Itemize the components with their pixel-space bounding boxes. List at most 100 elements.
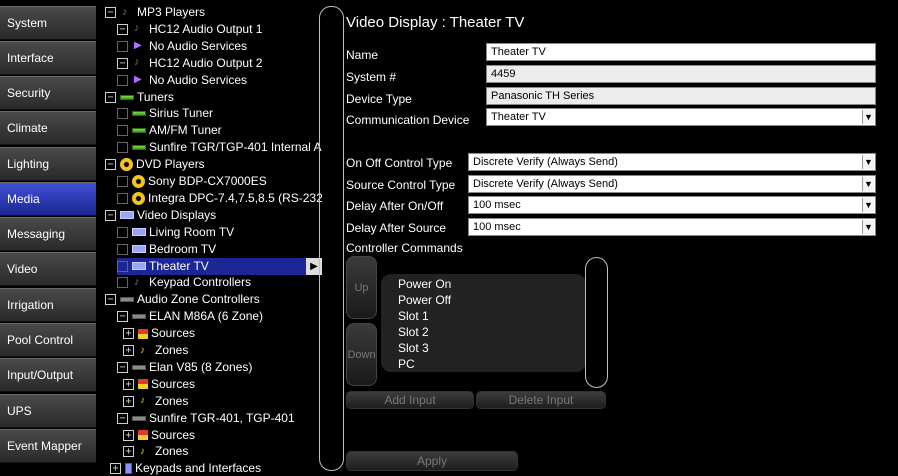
expand-icon[interactable]: + bbox=[123, 395, 134, 407]
tree-item[interactable]: − Tuners bbox=[105, 89, 174, 106]
tree-item[interactable]: − HC12 Audio Output 1 bbox=[117, 20, 262, 38]
collapse-icon[interactable]: − bbox=[105, 294, 116, 306]
tree-checkbox[interactable] bbox=[117, 260, 128, 272]
tree-item-label: Integra DPC-7.4,7.5,8.5 (RS-232) bbox=[148, 190, 322, 205]
move-up-button[interactable]: Up bbox=[346, 256, 377, 319]
tree-checkbox[interactable] bbox=[117, 108, 128, 120]
list-item[interactable]: Power Off bbox=[398, 292, 586, 308]
tree-checkbox[interactable] bbox=[117, 125, 128, 137]
list-item[interactable]: Slot 3 bbox=[398, 340, 586, 356]
tree-item-label: No Audio Services bbox=[149, 38, 248, 53]
commands-list[interactable]: Power On Power Off Slot 1 Slot 2 Slot 3 PC bbox=[381, 274, 586, 372]
tree-item[interactable]: − Video Displays bbox=[105, 207, 216, 224]
tree-item[interactable]: Living Room TV bbox=[117, 224, 234, 241]
nav-item-security[interactable]: Security bbox=[0, 76, 96, 110]
tree-item[interactable]: + Sources bbox=[123, 376, 195, 393]
on-off-control-type-select[interactable]: Discrete Verify (Always Send) bbox=[468, 153, 876, 171]
tree-item[interactable]: Theater TV ▶ bbox=[117, 257, 322, 275]
collapse-icon[interactable]: − bbox=[105, 91, 116, 103]
tree-item[interactable]: AM/FM Tuner bbox=[117, 122, 222, 139]
nav-item-media[interactable]: Media bbox=[0, 182, 96, 216]
tree-checkbox[interactable] bbox=[117, 226, 128, 238]
tree-item[interactable]: + Zones bbox=[123, 342, 188, 359]
expand-icon[interactable]: + bbox=[123, 345, 134, 356]
chevron-down-icon[interactable] bbox=[862, 177, 874, 191]
tree-item[interactable]: Integra DPC-7.4,7.5,8.5 (RS-232) bbox=[117, 190, 322, 207]
communication-device-select[interactable]: Theater TV bbox=[486, 108, 876, 126]
tree-item[interactable]: + Sources bbox=[123, 427, 195, 444]
tree-item[interactable]: + Zones bbox=[123, 443, 188, 460]
on-off-control-type-value: Discrete Verify (Always Send) bbox=[473, 156, 618, 168]
chevron-down-icon[interactable] bbox=[862, 220, 874, 234]
move-down-button[interactable]: Down bbox=[346, 323, 377, 386]
tree-item[interactable]: − HC12 Audio Output 2 bbox=[117, 54, 262, 72]
collapse-icon[interactable]: − bbox=[105, 159, 116, 171]
list-item[interactable]: Power On bbox=[398, 276, 586, 292]
collapse-icon[interactable]: − bbox=[117, 361, 128, 373]
commands-scrollbar[interactable] bbox=[585, 257, 608, 388]
collapse-icon[interactable]: − bbox=[105, 209, 116, 221]
tree-item[interactable]: Keypad Controllers bbox=[117, 274, 251, 291]
tree-item[interactable]: − ELAN M86A (6 Zone) bbox=[117, 308, 263, 325]
chevron-down-icon[interactable] bbox=[862, 198, 874, 212]
disc-icon bbox=[120, 158, 133, 172]
nav-item-irrigation[interactable]: Irrigation bbox=[0, 288, 96, 322]
tree-item[interactable]: Sony BDP-CX7000ES bbox=[117, 173, 267, 190]
tree-item[interactable]: − MP3 Players bbox=[105, 4, 205, 21]
apply-button[interactable]: Apply bbox=[346, 451, 518, 471]
tree-item-label: AM/FM Tuner bbox=[149, 123, 222, 138]
tree-checkbox[interactable] bbox=[117, 176, 128, 187]
list-item[interactable]: Slot 2 bbox=[398, 324, 586, 340]
name-field[interactable]: Theater TV bbox=[486, 43, 876, 61]
collapse-icon[interactable]: − bbox=[117, 23, 128, 35]
nav-item-interface[interactable]: Interface bbox=[0, 41, 96, 75]
list-item[interactable]: PC bbox=[398, 356, 586, 372]
tree-item[interactable]: No Audio Services bbox=[117, 71, 247, 89]
delay-after-source-select[interactable]: 100 msec bbox=[468, 218, 876, 236]
tree-checkbox[interactable] bbox=[117, 277, 128, 289]
tree-item[interactable]: No Audio Services bbox=[117, 37, 248, 55]
tree-item[interactable]: − Audio Zone Controllers bbox=[105, 291, 260, 308]
sources-icon bbox=[138, 328, 148, 339]
chevron-down-icon[interactable] bbox=[862, 110, 874, 124]
nav-item-video[interactable]: Video bbox=[0, 252, 96, 286]
nav-item-input-output[interactable]: Input/Output bbox=[0, 358, 96, 392]
tree-item[interactable]: Bedroom TV bbox=[117, 241, 216, 258]
nav-item-system[interactable]: System bbox=[0, 6, 96, 40]
tree-checkbox[interactable] bbox=[117, 243, 128, 255]
nav-item-ups[interactable]: UPS bbox=[0, 394, 96, 428]
expand-icon[interactable]: + bbox=[123, 378, 134, 390]
list-item[interactable]: Slot 1 bbox=[398, 308, 586, 324]
nav-item-climate[interactable]: Climate bbox=[0, 111, 96, 145]
tree-item[interactable]: + Keypads and Interfaces bbox=[110, 460, 261, 476]
tree-item[interactable]: Sunfire TGR/TGP-401 Internal AM bbox=[117, 139, 322, 156]
tree-item[interactable]: Sirius Tuner bbox=[117, 105, 213, 122]
tree-checkbox[interactable] bbox=[117, 192, 128, 204]
device-type-field: Panasonic TH Series bbox=[486, 87, 876, 105]
collapse-icon[interactable]: − bbox=[105, 7, 116, 18]
tree-checkbox[interactable] bbox=[117, 40, 128, 52]
collapse-icon[interactable]: − bbox=[117, 57, 128, 69]
collapse-icon[interactable]: − bbox=[117, 311, 128, 323]
tree-item[interactable]: − Elan V85 (8 Zones) bbox=[117, 359, 252, 376]
delay-after-on-off-select[interactable]: 100 msec bbox=[468, 196, 876, 214]
chevron-down-icon[interactable] bbox=[862, 155, 874, 169]
tree-checkbox[interactable] bbox=[117, 74, 128, 86]
tree-item[interactable]: + Sources bbox=[123, 325, 195, 342]
expand-icon[interactable]: + bbox=[123, 446, 134, 458]
nav-item-lighting[interactable]: Lighting bbox=[0, 147, 96, 181]
tree-item[interactable]: − Sunfire TGR-401, TGP-401 bbox=[117, 410, 295, 427]
expand-icon[interactable]: + bbox=[123, 429, 134, 441]
collapse-icon[interactable]: − bbox=[117, 412, 128, 424]
nav-item-event-mapper[interactable]: Event Mapper bbox=[0, 429, 96, 463]
source-control-type-select[interactable]: Discrete Verify (Always Send) bbox=[468, 175, 876, 193]
nav-item-pool-control[interactable]: Pool Control bbox=[0, 323, 96, 357]
expand-icon[interactable]: + bbox=[123, 328, 134, 340]
tree-checkbox[interactable] bbox=[117, 142, 128, 154]
add-input-button[interactable]: Add Input bbox=[346, 391, 474, 409]
expand-icon[interactable]: + bbox=[110, 463, 121, 475]
tree-item[interactable]: − DVD Players bbox=[105, 156, 205, 173]
delete-input-button[interactable]: Delete Input bbox=[476, 391, 606, 409]
tree-item[interactable]: + Zones bbox=[123, 392, 188, 410]
nav-item-messaging[interactable]: Messaging bbox=[0, 217, 96, 251]
